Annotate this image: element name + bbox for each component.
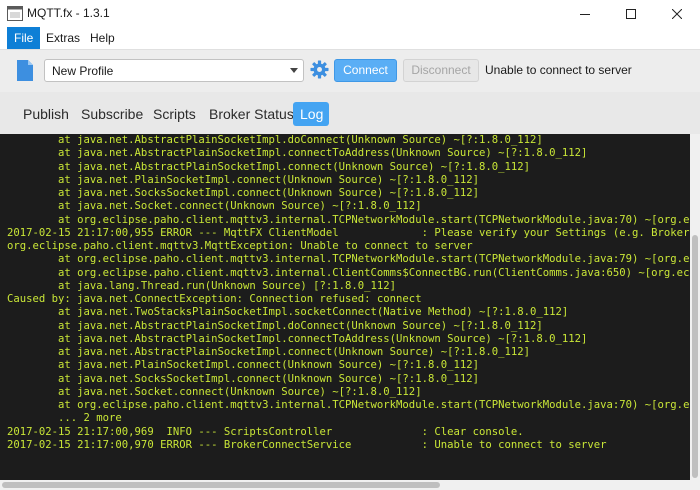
- chevron-down-icon: [290, 68, 298, 73]
- log-line: ... 2 more: [7, 412, 122, 425]
- log-line: at java.net.SocksSocketImpl.connect(Unkn…: [7, 187, 479, 199]
- tab-broker-status[interactable]: Broker Status: [202, 102, 301, 126]
- log-line: 2017-02-15 21:17:00,969 INFO --- Scripts…: [7, 425, 524, 438]
- log-line: 2017-02-15 21:17:00,955 ERROR --- MqttFX…: [7, 226, 690, 239]
- vertical-scrollbar-thumb[interactable]: [692, 235, 698, 478]
- maximize-icon: [626, 8, 636, 19]
- toolbar: New Profile Connect Disconnect Unable to…: [0, 49, 700, 93]
- log-line: at java.net.AbstractPlainSocketImpl.conn…: [7, 346, 530, 358]
- menu-bar: File Extras Help: [0, 27, 700, 49]
- maximize-button[interactable]: [608, 0, 654, 27]
- window-title: MQTT.fx - 1.3.1: [27, 6, 110, 20]
- log-line: at java.net.PlainSocketImpl.connect(Unkn…: [7, 359, 479, 372]
- log-line: at java.lang.Thread.run(Unknown Source) …: [7, 279, 397, 292]
- minimize-icon: [580, 13, 590, 15]
- app-icon: [7, 6, 23, 21]
- log-line: at org.eclipse.paho.client.mqttv3.intern…: [7, 266, 690, 279]
- log-line: at java.net.TwoStacksPlainSocketImpl.soc…: [7, 306, 569, 319]
- log-line: at java.net.AbstractPlainSocketImpl.doCo…: [7, 134, 543, 146]
- document-icon[interactable]: [16, 59, 34, 82]
- profile-select-value: New Profile: [52, 64, 114, 78]
- tab-bar: Publish Subscribe Scripts Broker Status …: [0, 92, 700, 134]
- connection-status: Unable to connect to server: [485, 63, 632, 77]
- log-line: at java.net.AbstractPlainSocketImpl.conn…: [7, 332, 588, 345]
- tab-log[interactable]: Log: [293, 102, 329, 126]
- title-bar: MQTT.fx - 1.3.1: [0, 0, 700, 27]
- disconnect-button[interactable]: Disconnect: [403, 59, 479, 82]
- log-line: at org.eclipse.paho.client.mqttv3.intern…: [7, 213, 690, 226]
- tab-scripts[interactable]: Scripts: [146, 102, 203, 126]
- log-line: at java.net.SocksSocketImpl.connect(Unkn…: [7, 372, 479, 385]
- log-line: at org.eclipse.paho.client.mqttv3.intern…: [7, 399, 690, 411]
- log-line: org.eclipse.paho.client.mqttv3.MqttExcep…: [7, 240, 473, 252]
- menu-file[interactable]: File: [7, 27, 41, 49]
- menu-help[interactable]: Help: [83, 27, 122, 49]
- log-line: at java.net.Socket.connect(Unknown Sourc…: [7, 385, 422, 398]
- scrollbar-corner: [690, 480, 700, 490]
- log-line: at java.net.PlainSocketImpl.connect(Unkn…: [7, 173, 479, 186]
- log-line: at java.net.Socket.connect(Unknown Sourc…: [7, 200, 422, 213]
- menu-extras[interactable]: Extras: [39, 27, 87, 49]
- log-line: Caused by: java.net.ConnectException: Co…: [7, 293, 422, 305]
- connect-button[interactable]: Connect: [334, 59, 397, 82]
- close-icon: [672, 8, 682, 19]
- vertical-scrollbar[interactable]: [690, 134, 700, 480]
- log-console[interactable]: at java.net.AbstractPlainSocketImpl.doCo…: [0, 134, 690, 480]
- close-button[interactable]: [654, 0, 700, 27]
- log-line: 2017-02-15 21:17:00,970 ERROR --- Broker…: [7, 438, 607, 451]
- minimize-button[interactable]: [562, 0, 608, 27]
- horizontal-scrollbar-thumb[interactable]: [2, 482, 440, 488]
- log-line: at java.net.AbstractPlainSocketImpl.doCo…: [7, 319, 543, 332]
- log-line: at java.net.AbstractPlainSocketImpl.conn…: [7, 160, 530, 173]
- gear-icon[interactable]: [310, 60, 329, 79]
- tab-subscribe[interactable]: Subscribe: [74, 102, 150, 126]
- log-line: at java.net.AbstractPlainSocketImpl.conn…: [7, 147, 588, 160]
- log-line: at org.eclipse.paho.client.mqttv3.intern…: [7, 253, 690, 266]
- profile-select[interactable]: New Profile: [44, 59, 304, 82]
- tab-publish[interactable]: Publish: [16, 102, 76, 126]
- horizontal-scrollbar[interactable]: [0, 480, 690, 490]
